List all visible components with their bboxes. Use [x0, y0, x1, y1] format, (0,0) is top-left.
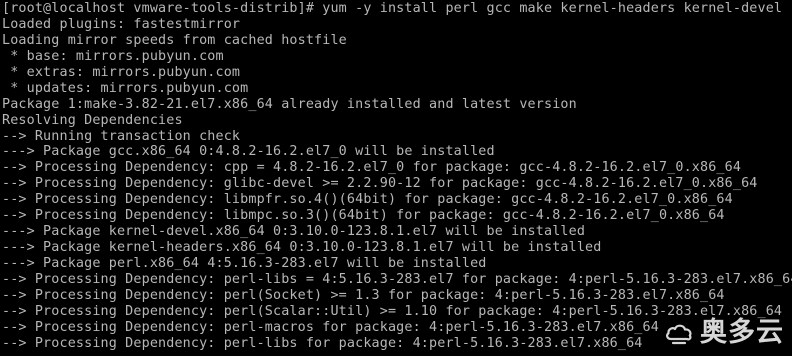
terminal-line: [root@localhost vmware-tools-distrib]# y…: [2, 1, 783, 16]
terminal-line: ---> Package perl.x86_64 4:5.16.3-283.el…: [2, 256, 487, 271]
terminal-line: --> Processing Dependency: libmpfr.so.4(…: [2, 192, 733, 208]
terminal-line: * base: mirrors.pubyun.com: [2, 48, 224, 64]
watermark-logo: 奥多云: [664, 316, 784, 350]
terminal-line: --> Processing Dependency: cpp = 4.8.2-1…: [2, 160, 742, 176]
terminal-line: --> Running transaction check: [2, 128, 241, 144]
cloud-logo-icon: [666, 324, 692, 345]
terminal-line: * updates: mirrors.pubyun.com: [2, 80, 249, 96]
terminal-window[interactable]: [root@localhost vmware-tools-distrib]# y…: [0, 0, 792, 356]
terminal-line: --> Processing Dependency: perl(Socket) …: [2, 287, 725, 303]
terminal-line: --> Processing Dependency: perl-libs = 4…: [2, 271, 792, 287]
terminal-line: --> Processing Dependency: glibc-devel >…: [2, 176, 758, 192]
terminal-line: Loading mirror speeds from cached hostfi…: [2, 32, 347, 48]
terminal-line: Loaded plugins: fastestmirror: [2, 16, 241, 32]
terminal-line: * extras: mirrors.pubyun.com: [2, 64, 241, 80]
terminal-output: [root@localhost vmware-tools-distrib]# y…: [2, 1, 792, 352]
terminal-line: ---> Package kernel-headers.x86_64 0:3.1…: [2, 240, 602, 256]
terminal-line: Resolving Dependencies: [2, 112, 183, 128]
watermark-text: 奥多云: [700, 317, 784, 348]
terminal-line: Package 1:make-3.82-21.el7.x86_64 alread…: [2, 96, 577, 112]
terminal-line: --> Processing Dependency: libmpc.so.3()…: [2, 208, 725, 224]
terminal-line: ---> Package kernel-devel.x86_64 0:3.10.…: [2, 224, 586, 240]
terminal-line: ---> Package gcc.x86_64 0:4.8.2-16.2.el7…: [2, 144, 495, 160]
